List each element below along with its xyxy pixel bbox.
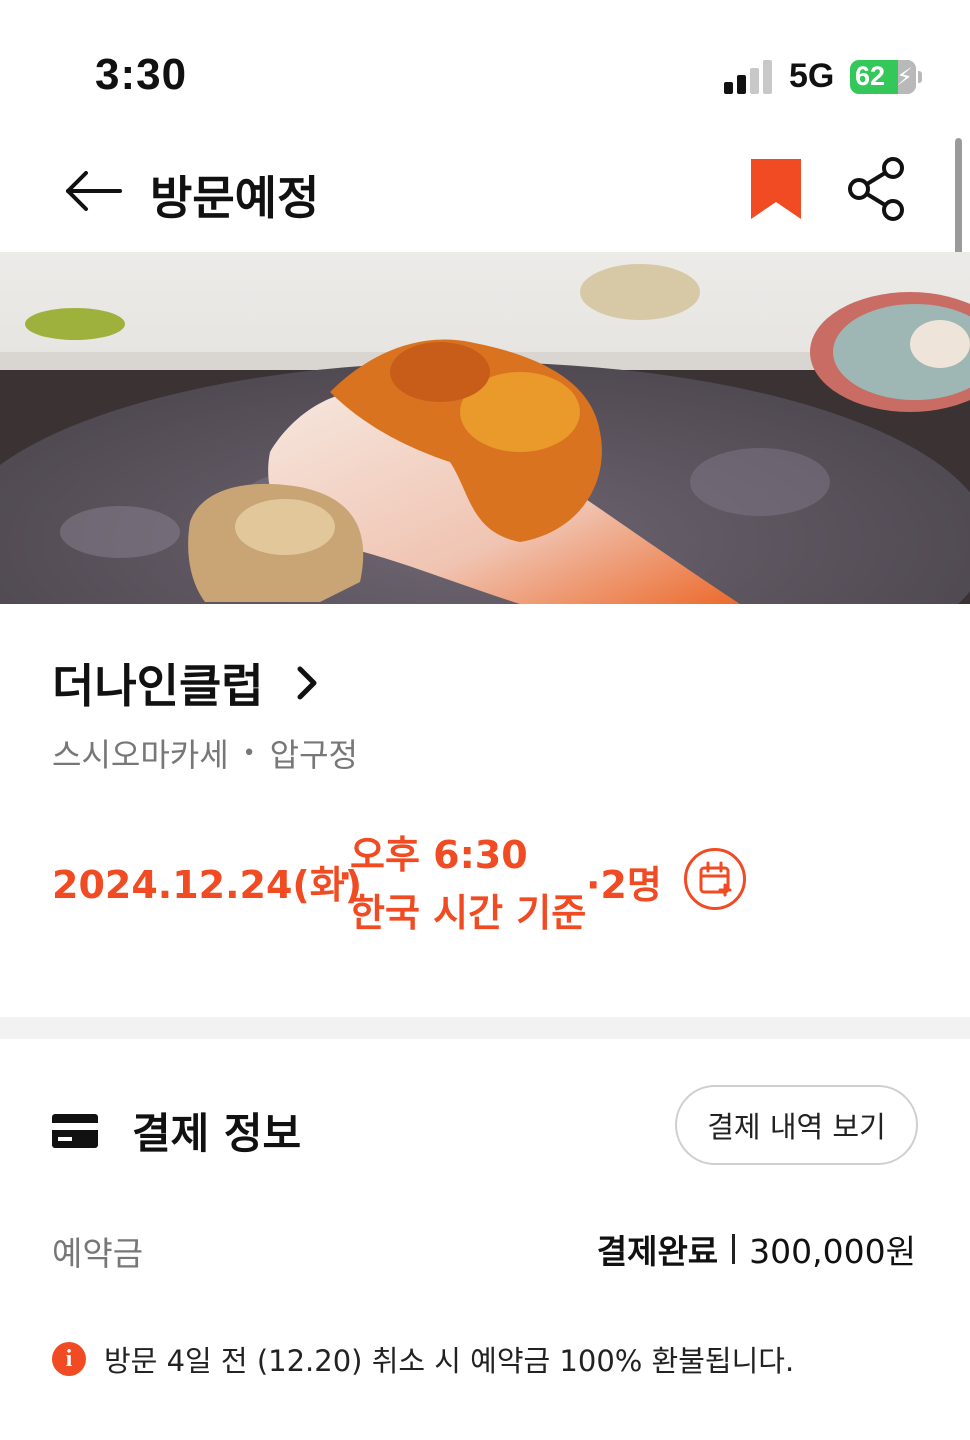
restaurant-name-link[interactable]: 더나인클럽 <box>52 650 320 716</box>
status-bar: 3:30 5G 62 ⚡ <box>0 0 970 130</box>
deposit-value: 결제완료 300,000원 <box>597 1225 916 1273</box>
share-button[interactable] <box>845 156 909 222</box>
restaurant-name: 더나인클럽 <box>52 659 264 713</box>
chevron-right-icon <box>297 666 317 700</box>
back-button[interactable] <box>62 166 124 216</box>
network-label: 5G <box>789 57 835 95</box>
restaurant-meta: 스시오마카세 • 압구정 <box>52 730 358 776</box>
booking-date: 2024.12.24(화) <box>52 863 363 907</box>
calendar-add-icon <box>699 861 732 897</box>
deposit-label: 예약금 <box>52 1234 144 1273</box>
payment-history-button[interactable]: 결제 내역 보기 <box>675 1085 918 1165</box>
battery-percent: 62 <box>855 61 886 91</box>
booking-party-size: ·2명 <box>586 863 662 907</box>
restaurant-category: 스시오마카세 <box>52 736 229 774</box>
share-icon <box>848 157 904 221</box>
booking-timezone: 한국 시간 기준 <box>350 891 587 935</box>
info-icon: i <box>52 1342 86 1376</box>
top-app-bar: 방문예정 <box>0 130 970 252</box>
status-time: 3:30 <box>95 50 188 99</box>
deposit-divider <box>732 1234 736 1264</box>
deposit-status: 결제완료 <box>596 1232 719 1271</box>
battery-icon: 62 ⚡ <box>850 60 916 94</box>
add-to-calendar-button[interactable] <box>684 848 746 910</box>
credit-card-icon <box>52 1113 98 1148</box>
booking-time: 오후 6:30 <box>350 833 528 877</box>
section-divider <box>0 1017 970 1039</box>
bookmark-button[interactable] <box>748 156 804 222</box>
refund-notice-text: 방문 4일 전 (12.20) 취소 시 예약금 100% 환불됩니다. <box>104 1344 795 1378</box>
restaurant-photo <box>0 252 970 604</box>
back-arrow-icon <box>66 171 122 211</box>
restaurant-location: 압구정 <box>269 736 358 774</box>
refund-notice: i 방문 4일 전 (12.20) 취소 시 예약금 100% 환불됩니다. <box>52 1338 794 1380</box>
meta-separator: • <box>242 740 256 766</box>
payment-section-header: 결제 정보 <box>52 1100 301 1161</box>
signal-icon <box>724 60 776 94</box>
deposit-amount: 300,000원 <box>749 1232 916 1271</box>
sushi-photo <box>0 252 970 604</box>
bookmark-icon <box>751 159 801 219</box>
payment-title: 결제 정보 <box>132 1109 302 1158</box>
page-title: 방문예정 <box>150 171 320 225</box>
